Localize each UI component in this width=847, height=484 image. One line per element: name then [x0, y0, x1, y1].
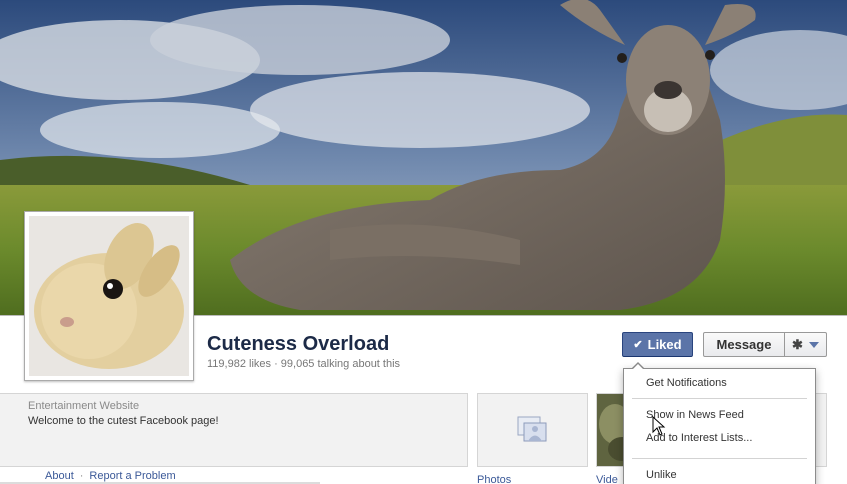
check-icon: ✔: [633, 339, 643, 351]
page-title[interactable]: Cuteness Overload: [207, 333, 389, 356]
photos-label[interactable]: Photos: [477, 474, 511, 484]
link-separator: ·: [79, 470, 84, 482]
page-stats: 119,982 likes · 99,065 talking about thi…: [207, 358, 401, 370]
message-label: Message: [716, 337, 772, 352]
mouse-pointer-icon: [652, 416, 666, 436]
page-description: Welcome to the cutest Facebook page!: [28, 415, 219, 427]
profile-picture[interactable]: [24, 211, 194, 381]
photo-album-icon: [517, 416, 546, 442]
photos-tile[interactable]: [477, 393, 588, 467]
liked-button[interactable]: ✔ Liked: [622, 332, 693, 357]
chevron-down-icon: [808, 341, 819, 348]
menu-notch-inner: [633, 364, 643, 369]
settings-dropdown-button[interactable]: ✱: [784, 332, 827, 357]
menu-item-get-notifications[interactable]: Get Notifications: [646, 377, 727, 389]
report-problem-link[interactable]: Report a Problem: [89, 470, 175, 482]
menu-separator: [632, 458, 807, 459]
gear-icon: ✱: [792, 336, 803, 352]
page-category: Entertainment Website: [28, 400, 140, 412]
about-links: About · Report a Problem: [45, 470, 176, 482]
bunny-image: [29, 216, 189, 376]
menu-item-unlike[interactable]: Unlike: [646, 469, 677, 481]
liked-label: Liked: [647, 337, 682, 352]
message-button[interactable]: Message: [703, 332, 785, 357]
about-link[interactable]: About: [45, 470, 74, 482]
menu-separator: [632, 398, 807, 399]
videos-label[interactable]: Vide: [596, 474, 618, 484]
facebook-page: Cuteness Overload 119,982 likes · 99,065…: [0, 0, 847, 484]
